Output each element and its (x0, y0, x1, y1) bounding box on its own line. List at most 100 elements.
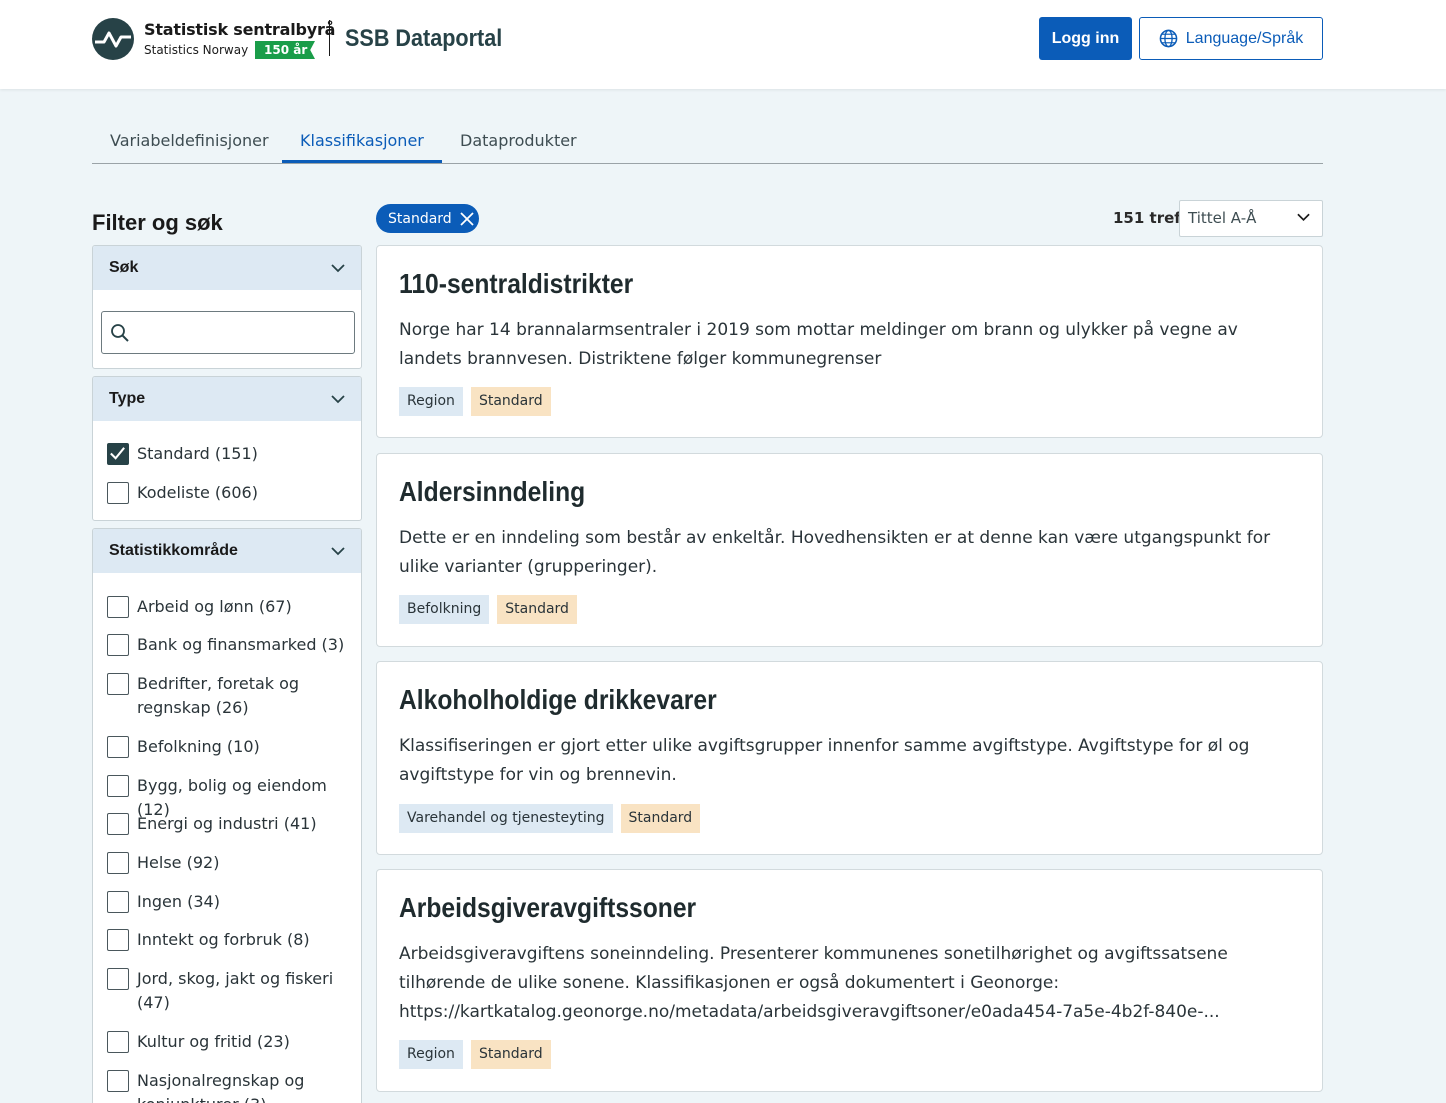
ssb-logo-icon[interactable] (92, 18, 134, 60)
anniversary-badge: 150 år (255, 41, 315, 59)
area-option-label: Kultur og fritid (23) (137, 1032, 290, 1051)
area-option-label: Bank og finansmarked (3) (137, 635, 345, 654)
hit-count: 151 treff (1113, 209, 1187, 227)
result-tags: Region Standard (399, 387, 551, 416)
tag-type: Standard (497, 595, 577, 624)
type-option-standard[interactable]: Standard (151) (107, 442, 349, 466)
tag-type: Standard (620, 804, 701, 833)
result-card[interactable]: Alkoholholdige drikkevarer Klassifiserin… (376, 661, 1323, 855)
area-option-label: Inntekt og forbruk (8) (137, 930, 310, 949)
result-tags: Varehandel og tjenesteyting Standard (399, 804, 701, 833)
tag-category: Region (399, 387, 463, 416)
chevron-down-icon (331, 263, 345, 272)
tag-category: Varehandel og tjenesteyting (399, 804, 613, 833)
search-panel-heading: Søk (109, 259, 139, 276)
area-checkbox[interactable] (107, 929, 129, 951)
area-option-label: Befolkning (10) (137, 737, 260, 756)
type-panel-header[interactable]: Type (93, 377, 361, 421)
area-panel-heading: Statistikkområde (109, 542, 238, 559)
area-checkbox[interactable] (107, 852, 129, 874)
type-panel-heading: Type (109, 390, 146, 407)
area-option[interactable]: Inntekt og forbruk (8) (107, 928, 349, 952)
chevron-down-icon (1297, 213, 1310, 222)
result-title[interactable]: Aldersinndeling (399, 476, 585, 508)
header-divider (329, 20, 330, 56)
globe-icon (1159, 29, 1178, 48)
type-option-label: Kodeliste (606) (137, 483, 258, 502)
area-option-label: Bedrifter, foretak og regnskap (26) (137, 674, 300, 717)
tag-type: Standard (470, 1040, 551, 1069)
search-field (101, 311, 355, 354)
area-checkbox[interactable] (107, 673, 129, 695)
area-option[interactable]: Arbeid og lønn (67) (107, 595, 349, 619)
sort-select[interactable]: Tittel A-Å (1179, 200, 1323, 237)
area-option[interactable]: Befolkning (10) (107, 735, 349, 759)
result-card[interactable]: Arbeidsgiveravgiftssoner Arbeidsgiveravg… (376, 869, 1323, 1092)
close-icon[interactable] (460, 211, 474, 226)
result-tags: Befolkning Standard (399, 595, 577, 624)
org-name: Statistisk sentralbyrå (144, 20, 336, 39)
tab-dataprodukter[interactable]: Dataprodukter (460, 131, 577, 150)
area-checkbox[interactable] (107, 736, 129, 758)
tab-klassifikasjoner[interactable]: Klassifikasjoner (300, 131, 424, 150)
area-checkbox[interactable] (107, 1070, 129, 1092)
result-description: Norge har 14 brannalarmsentraler i 2019 … (399, 320, 1238, 369)
result-description: Arbeidsgiveravgiftens soneinndeling. Pre… (399, 944, 1228, 1022)
area-option-label: Jord, skog, jakt og fiskeri (47) (137, 969, 334, 1012)
active-filter-chip[interactable]: Standard (376, 204, 479, 233)
type-panel: Type Standard (151) Kodeliste (606) (92, 376, 362, 521)
tab-bar: Variabeldefinisjoner Klassifikasjoner Da… (92, 116, 1323, 164)
active-filter-label: Standard (388, 210, 452, 227)
area-checkbox[interactable] (107, 968, 129, 990)
search-input[interactable] (136, 318, 346, 348)
area-checkbox[interactable] (107, 634, 129, 656)
area-option[interactable]: Jord, skog, jakt og fiskeri (47) (107, 967, 349, 1015)
site-header: Statistisk sentralbyrå Statistics Norway… (0, 0, 1446, 89)
result-title[interactable]: Alkoholholdige drikkevarer (399, 684, 717, 716)
area-option[interactable]: Nasjonalregnskap og konjunkturer (3) (107, 1069, 349, 1103)
result-card[interactable]: Aldersinndeling Dette er en inndeling so… (376, 453, 1323, 647)
area-option-label: Nasjonalregnskap og konjunkturer (3) (137, 1071, 305, 1103)
chevron-down-icon (331, 546, 345, 555)
tag-category: Region (399, 1040, 463, 1069)
tab-variabeldefinisjoner[interactable]: Variabeldefinisjoner (110, 131, 269, 150)
area-option[interactable]: Bedrifter, foretak og regnskap (26) (107, 672, 349, 720)
result-description: Dette er en inndeling som består av enke… (399, 528, 1271, 577)
language-button[interactable]: Language/Språk (1139, 17, 1323, 60)
sort-value: Tittel A-Å (1188, 209, 1257, 227)
area-checkbox[interactable] (107, 1031, 129, 1053)
login-button[interactable]: Logg inn (1039, 17, 1132, 60)
org-subtitle: Statistics Norway (144, 43, 249, 57)
type-option-kodeliste[interactable]: Kodeliste (606) (107, 481, 349, 505)
area-option[interactable]: Ingen (34) (107, 890, 349, 914)
area-checkbox[interactable] (107, 891, 129, 913)
portal-title[interactable]: SSB Dataportal (345, 25, 502, 53)
result-title[interactable]: Arbeidsgiveravgiftssoner (399, 892, 696, 924)
area-option[interactable]: Energi og industri (41) (107, 812, 349, 836)
result-description: Klassifiseringen er gjort etter ulike av… (399, 736, 1250, 785)
result-title[interactable]: 110-sentraldistrikter (399, 268, 633, 300)
area-panel-header[interactable]: Statistikkområde (93, 529, 361, 573)
checkbox-kodeliste[interactable] (107, 482, 129, 504)
area-checkbox[interactable] (107, 775, 129, 797)
tag-category: Befolkning (399, 595, 490, 624)
area-option[interactable]: Kultur og fritid (23) (107, 1030, 349, 1054)
area-panel: Statistikkområde Arbeid og lønn (67) Ban… (92, 528, 362, 1103)
area-option-label: Helse (92) (137, 853, 220, 872)
active-tab-indicator (282, 160, 442, 163)
area-option[interactable]: Helse (92) (107, 851, 349, 875)
area-checkbox[interactable] (107, 596, 129, 618)
search-panel-header[interactable]: Søk (93, 246, 361, 290)
search-panel: Søk (92, 245, 362, 369)
checkbox-standard[interactable] (107, 443, 129, 465)
area-option-label: Energi og industri (41) (137, 814, 317, 833)
tag-type: Standard (470, 387, 551, 416)
check-icon (110, 447, 125, 460)
area-checkbox[interactable] (107, 813, 129, 835)
result-card[interactable]: 110-sentraldistrikter Norge har 14 brann… (376, 245, 1323, 438)
area-option-label: Ingen (34) (137, 892, 220, 911)
result-tags: Region Standard (399, 1040, 551, 1069)
area-option[interactable]: Bank og finansmarked (3) (107, 633, 349, 657)
area-option-label: Arbeid og lønn (67) (137, 597, 292, 616)
language-label: Language/Språk (1185, 29, 1304, 47)
